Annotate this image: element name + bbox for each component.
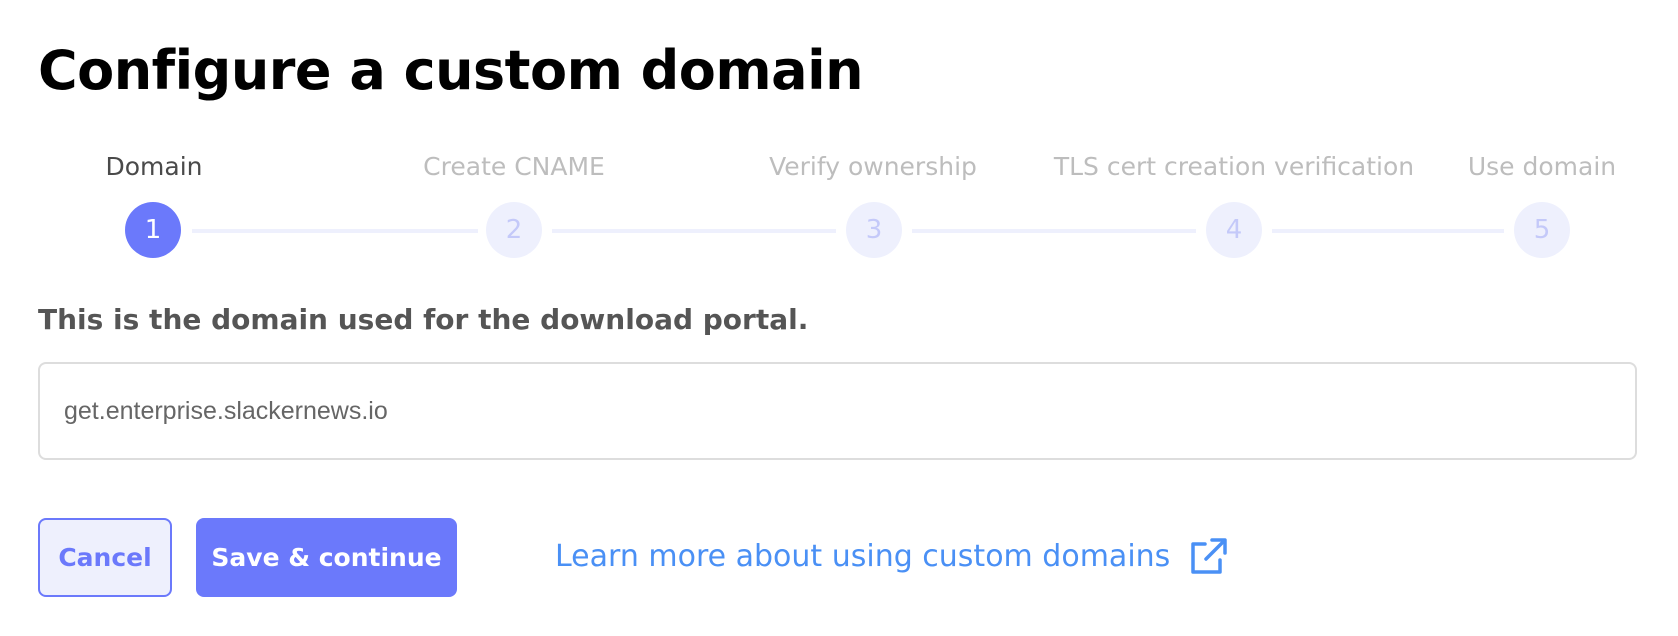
step-2-indicator: 2	[486, 202, 542, 258]
step-connector	[192, 229, 478, 233]
external-link-icon	[1188, 536, 1228, 576]
domain-field-label: This is the domain used for the download…	[38, 303, 809, 336]
step-label-use-domain: Use domain	[1467, 152, 1617, 181]
step-label-verify-ownership: Verify ownership	[769, 152, 977, 181]
learn-more-link[interactable]: Learn more about using custom domains	[555, 536, 1228, 576]
step-label-create-cname: Create CNAME	[423, 152, 605, 181]
step-label-tls-cert: TLS cert creation verification	[1053, 152, 1415, 181]
step-connector	[912, 229, 1196, 233]
domain-input[interactable]	[38, 362, 1637, 460]
step-1-indicator: 1	[125, 202, 181, 258]
save-continue-button[interactable]: Save & continue	[196, 518, 457, 597]
stepper: Domain 1 Create CNAME 2 Verify ownership…	[0, 0, 1678, 270]
step-connector	[1272, 229, 1504, 233]
step-4-indicator: 4	[1206, 202, 1262, 258]
step-3-indicator: 3	[846, 202, 902, 258]
step-label-domain: Domain	[105, 152, 203, 181]
cancel-button[interactable]: Cancel	[38, 518, 172, 597]
step-connector	[552, 229, 836, 233]
step-5-indicator: 5	[1514, 202, 1570, 258]
learn-more-label: Learn more about using custom domains	[555, 538, 1171, 574]
